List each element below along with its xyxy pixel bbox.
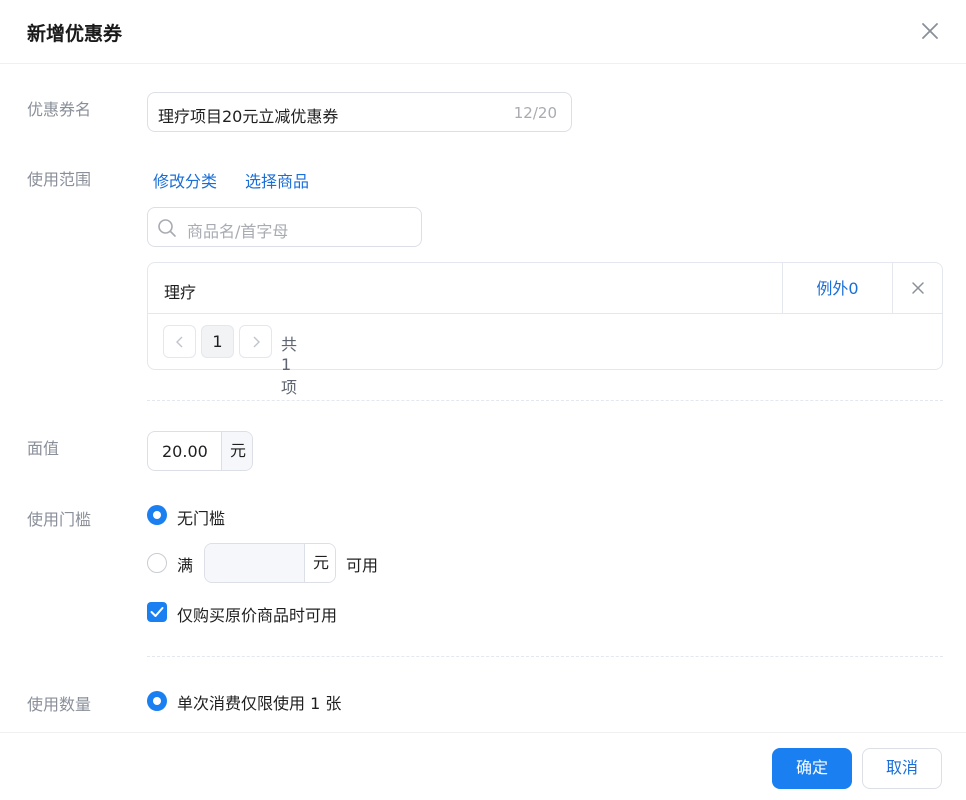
min-spend-input[interactable]: 元 xyxy=(204,543,336,583)
scope-table: 理疗 例外0 1 共 1 项 xyxy=(147,262,943,397)
category-name: 理疗 xyxy=(164,283,197,302)
check-icon xyxy=(150,607,164,617)
min-spend-radio[interactable] xyxy=(147,553,167,573)
search-placeholder: 商品名/首字母 xyxy=(187,222,289,241)
close-icon xyxy=(912,282,924,294)
remove-row-button[interactable] xyxy=(892,263,942,314)
dialog-footer: 确定 取消 xyxy=(0,732,966,800)
next-page-button[interactable] xyxy=(239,325,272,358)
char-counter: 12/20 xyxy=(513,104,557,122)
search-icon xyxy=(158,219,176,237)
no-threshold-radio[interactable] xyxy=(147,505,167,525)
section-divider xyxy=(147,400,943,401)
dialog-title: 新增优惠券 xyxy=(27,23,123,45)
chevron-left-icon xyxy=(176,336,183,348)
no-threshold-label: 无门槛 xyxy=(177,509,226,528)
original-price-only-checkbox[interactable] xyxy=(147,602,167,622)
single-use-label: 单次消费仅限使用 1 张 xyxy=(177,694,342,713)
quantity-label: 使用数量 xyxy=(27,695,92,714)
face-value-input[interactable]: 20.00 元 xyxy=(147,431,253,471)
modify-category-link[interactable]: 修改分类 xyxy=(153,168,217,192)
new-coupon-dialog: 新增优惠券 优惠券名 理疗项目20元立减优惠券 12/20 使用范围 修改分类 … xyxy=(0,0,966,800)
page-number[interactable]: 1 xyxy=(201,325,234,358)
confirm-button[interactable]: 确定 xyxy=(772,748,852,789)
coupon-name-value: 理疗项目20元立减优惠券 xyxy=(158,107,339,126)
total-count: 共 1 项 xyxy=(281,335,298,397)
min-spend-prefix: 满 xyxy=(177,556,194,575)
exception-link[interactable]: 例外0 xyxy=(782,263,892,314)
face-value-unit: 元 xyxy=(221,432,252,470)
coupon-name-input[interactable]: 理疗项目20元立减优惠券 12/20 xyxy=(147,92,572,132)
face-value-value: 20.00 xyxy=(162,442,208,461)
product-search-input[interactable]: 商品名/首字母 xyxy=(147,207,422,247)
coupon-name-label: 优惠券名 xyxy=(27,100,92,119)
cancel-button[interactable]: 取消 xyxy=(862,748,942,789)
select-products-link[interactable]: 选择商品 xyxy=(245,168,309,192)
close-icon[interactable] xyxy=(918,19,942,43)
min-spend-suffix: 可用 xyxy=(346,556,379,575)
table-row: 理疗 例外0 xyxy=(148,263,942,314)
section-divider xyxy=(147,656,943,657)
scope-label: 使用范围 xyxy=(27,170,92,189)
min-spend-field[interactable] xyxy=(205,544,304,582)
single-use-radio[interactable] xyxy=(147,691,167,711)
chevron-right-icon xyxy=(253,336,260,348)
original-price-only-label: 仅购买原价商品时可用 xyxy=(177,606,338,625)
prev-page-button[interactable] xyxy=(163,325,196,358)
threshold-label: 使用门槛 xyxy=(27,510,92,529)
min-spend-unit: 元 xyxy=(304,544,335,582)
face-value-label: 面值 xyxy=(27,439,60,458)
dialog-header: 新增优惠券 xyxy=(0,0,966,64)
